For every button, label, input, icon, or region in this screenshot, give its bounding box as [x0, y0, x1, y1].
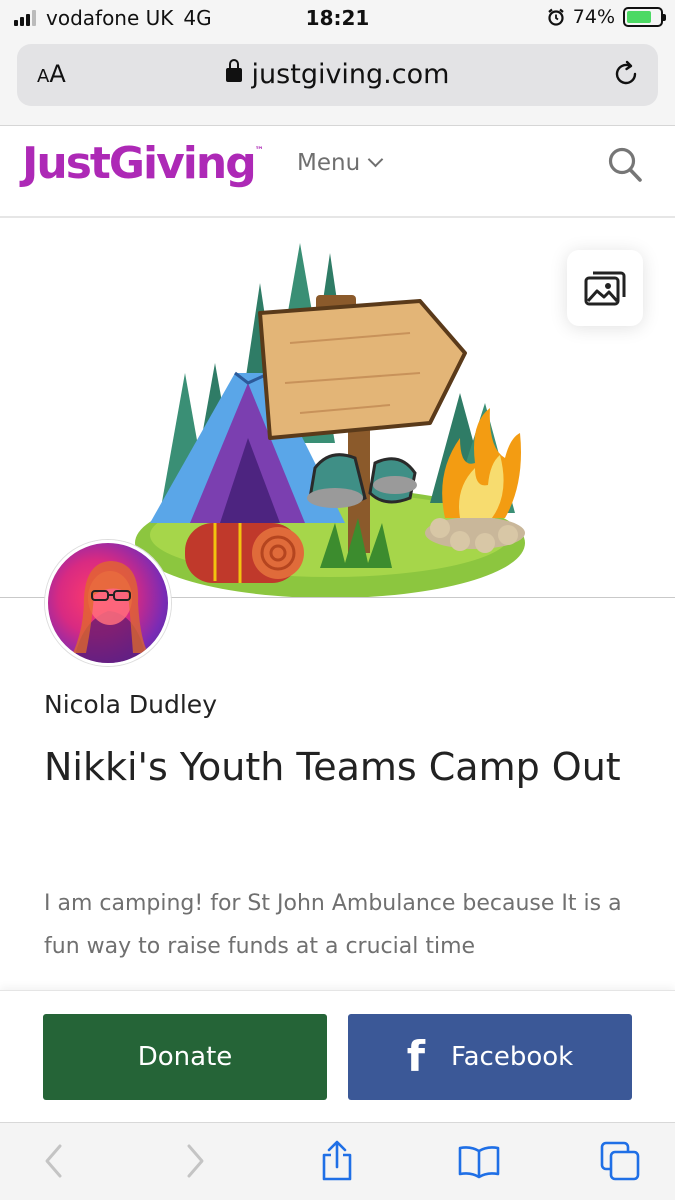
donate-button[interactable]: Donate: [43, 1014, 327, 1100]
url-field[interactable]: justgiving.com: [17, 59, 658, 90]
menu-label: Menu: [297, 150, 361, 176]
battery-percent: 74%: [572, 6, 615, 28]
image-gallery-button[interactable]: [567, 250, 643, 326]
camping-illustration: [135, 243, 525, 597]
browser-toolbar: [0, 1122, 675, 1200]
bookmarks-button[interactable]: [457, 1139, 501, 1183]
action-bar: Donate f Facebook: [0, 990, 675, 1122]
tabs-button[interactable]: [598, 1139, 642, 1183]
avatar-photo: [73, 561, 148, 663]
back-button[interactable]: [32, 1139, 76, 1183]
address-bar[interactable]: AA justgiving.com: [17, 44, 658, 106]
share-icon: [322, 1140, 352, 1181]
status-right: 74%: [547, 6, 666, 28]
image-gallery-icon: [584, 271, 626, 306]
search-icon[interactable]: [607, 146, 643, 184]
share-button[interactable]: [315, 1139, 359, 1183]
browser-address-area: AA justgiving.com: [0, 38, 675, 126]
facebook-icon: f: [406, 1032, 426, 1081]
facebook-share-button[interactable]: f Facebook: [348, 1014, 632, 1100]
alarm-clock-icon: [548, 8, 564, 26]
donate-label: Donate: [137, 1042, 233, 1072]
fundraiser-owner-name: Nicola Dudley: [44, 690, 217, 719]
facebook-label: Facebook: [451, 1042, 574, 1072]
avatar[interactable]: [45, 540, 171, 666]
lock-icon: [225, 59, 242, 82]
page-title: Nikki's Youth Teams Camp Out: [44, 745, 621, 789]
tabs-icon: [600, 1141, 640, 1181]
status-bar: vodafone UK 4G 18:21 74%: [0, 0, 675, 38]
url-text: justgiving.com: [251, 59, 450, 90]
site-header: JustGiving™ Menu: [0, 126, 675, 218]
back-icon: [45, 1144, 62, 1178]
forward-icon: [187, 1144, 204, 1178]
justgiving-logo[interactable]: JustGiving™: [22, 138, 264, 189]
bookmarks-icon: [458, 1146, 500, 1179]
menu-button[interactable]: Menu: [297, 150, 384, 176]
battery-icon: [623, 7, 666, 27]
forward-button[interactable]: [173, 1139, 217, 1183]
chevron-down-icon: [367, 151, 384, 167]
reload-icon[interactable]: [610, 58, 642, 90]
page-description: I am camping! for St John Ambulance beca…: [44, 891, 622, 959]
